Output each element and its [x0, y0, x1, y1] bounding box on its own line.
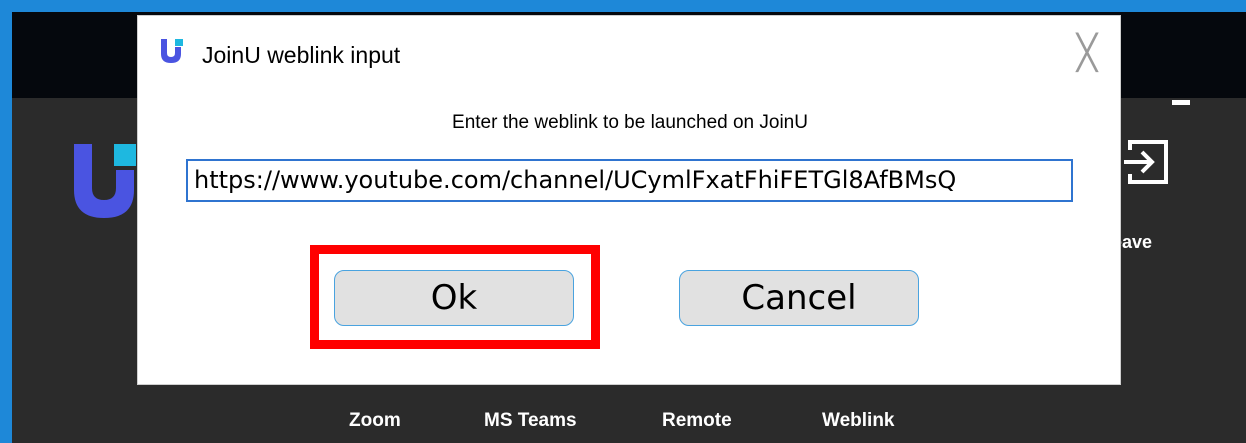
joinu-app-icon: [161, 39, 183, 63]
weblink-input-dialog: JoinU weblink input ╳ Enter the weblink …: [137, 15, 1121, 385]
weblink-input[interactable]: https://www.youtube.com/channel/UCymlFxa…: [186, 159, 1073, 202]
dialog-prompt: Enter the weblink to be launched on Join…: [452, 112, 808, 133]
close-icon[interactable]: ╳: [1070, 36, 1104, 70]
nav-weblink[interactable]: Weblink: [822, 410, 895, 432]
cancel-button[interactable]: Cancel: [679, 270, 919, 326]
joinu-logo-icon: [74, 144, 136, 218]
dialog-title: JoinU weblink input: [202, 42, 401, 68]
window-frame-top: [0, 0, 1246, 12]
minimize-icon: [1172, 100, 1190, 105]
nav-ms-teams[interactable]: MS Teams: [484, 410, 577, 432]
ok-button[interactable]: Ok: [334, 270, 574, 326]
window-frame-left: [0, 0, 12, 443]
nav-remote[interactable]: Remote: [662, 410, 732, 432]
leave-icon[interactable]: [1124, 138, 1172, 186]
nav-zoom[interactable]: Zoom: [349, 410, 401, 432]
minimize-button[interactable]: [1160, 80, 1204, 120]
